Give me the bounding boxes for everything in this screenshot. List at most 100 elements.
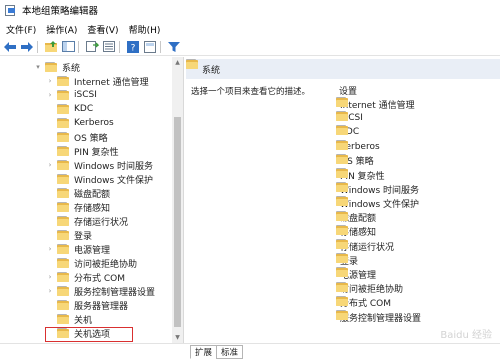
tree-item-label: 分布式 COM <box>74 273 125 284</box>
list-item[interactable]: 磁盘配额 <box>336 210 376 225</box>
folder-icon <box>57 202 70 212</box>
export-list-icon[interactable] <box>85 40 99 54</box>
tree-item[interactable]: › 服务控制管理器设置 <box>46 284 155 298</box>
tree-item-label: Kerberos <box>74 118 114 128</box>
scroll-down-icon[interactable]: ▼ <box>172 332 183 343</box>
scroll-thumb[interactable] <box>174 117 181 327</box>
tree-item-label: 访问被拒绝协助 <box>74 259 138 270</box>
list-item[interactable]: 访问被拒绝协助 <box>336 281 404 296</box>
column-header-settings[interactable]: 设置 <box>339 84 357 97</box>
chevron-right-icon[interactable]: › <box>46 77 54 85</box>
chevron-right-icon[interactable]: › <box>46 161 54 169</box>
chevron-right-icon[interactable]: › <box>46 245 54 253</box>
scroll-up-icon[interactable]: ▲ <box>172 57 183 68</box>
tree-item[interactable]: 服务器管理器 <box>46 298 128 312</box>
folder-icon <box>57 272 70 282</box>
tree-item-label: 磁盘配额 <box>74 189 111 200</box>
window-title: 本地组策略编辑器 <box>22 6 99 17</box>
list-item[interactable]: 分布式 COM <box>336 295 391 310</box>
tree-item[interactable]: › iSCSI <box>46 88 97 102</box>
tree-root-system[interactable]: ▾ 系统 <box>34 60 80 74</box>
tree-item-label: PIN 复杂性 <box>74 147 119 158</box>
list-item[interactable]: OS 策略 <box>336 153 374 168</box>
list-item[interactable]: Windows 时间服务 <box>336 182 419 196</box>
tree-item[interactable]: 关机 <box>46 312 92 326</box>
folder-icon <box>57 216 70 226</box>
toolbar: ? <box>0 38 500 56</box>
tree-item-label: KDC <box>74 104 94 114</box>
toolbar-separator <box>119 40 120 53</box>
tree-item[interactable]: › Windows 时间服务 <box>46 158 153 172</box>
menu-action[interactable]: 操作(A) <box>41 23 82 36</box>
tab-extended[interactable]: 扩展 <box>190 345 218 359</box>
details-header-title: 系统 <box>202 65 221 76</box>
folder-icon <box>57 118 70 128</box>
folder-icon <box>57 258 70 268</box>
tab-standard[interactable]: 标准 <box>216 345 244 359</box>
tree-item[interactable]: OS 策略 <box>46 130 108 144</box>
title-bar: 本地组策略编辑器 <box>0 0 500 20</box>
folder-icon <box>57 314 70 324</box>
details-header: 系统 <box>186 59 500 79</box>
tree-item-label: 登录 <box>74 231 93 242</box>
highlight-box <box>45 327 133 342</box>
list-item[interactable]: PIN 复杂性 <box>336 168 385 182</box>
tree-item[interactable]: 存储运行状况 <box>46 214 128 228</box>
tree-item[interactable]: KDC <box>46 102 93 116</box>
watermark: Baidu 经验 <box>440 330 492 341</box>
tree-item[interactable]: PIN 复杂性 <box>46 144 119 158</box>
help-icon[interactable]: ? <box>126 40 140 54</box>
gpedit-app-icon <box>5 4 17 16</box>
tree-item[interactable]: 存储感知 <box>46 200 110 214</box>
tree-scrollbar[interactable]: ▲ ▼ <box>172 57 183 343</box>
list-item[interactable]: Internet 通信管理 <box>336 97 415 111</box>
description-text: 选择一个项目来查看它的描述。 <box>191 87 311 97</box>
up-folder-icon[interactable] <box>44 40 58 54</box>
tree-item[interactable]: 磁盘配额 <box>46 186 110 200</box>
properties-sheet-icon[interactable] <box>143 40 157 54</box>
chevron-right-icon[interactable]: › <box>46 287 54 295</box>
folder-icon <box>57 174 70 184</box>
list-item[interactable]: 存储运行状况 <box>336 239 394 253</box>
folder-icon <box>57 132 70 142</box>
list-item-label: Windows 文件保护 <box>340 199 420 210</box>
forward-arrow-icon[interactable] <box>20 40 34 54</box>
list-item[interactable]: 登录 <box>336 253 358 267</box>
list-item[interactable]: KDC <box>336 125 359 139</box>
folder-icon <box>57 188 70 198</box>
filter-icon[interactable] <box>167 40 181 54</box>
back-arrow-icon[interactable] <box>3 40 17 54</box>
folder-icon <box>57 104 70 114</box>
list-item[interactable]: 服务控制管理器设置 <box>336 310 421 324</box>
chevron-right-icon[interactable]: › <box>46 273 54 281</box>
tree-item-label: 服务控制管理器设置 <box>74 287 156 298</box>
tree-item[interactable]: 登录 <box>46 228 92 242</box>
show-hide-tree-icon[interactable] <box>61 40 75 54</box>
folder-icon <box>57 90 70 100</box>
menu-file[interactable]: 文件(F) <box>0 23 41 36</box>
list-item-label: 服务控制管理器设置 <box>340 313 422 324</box>
list-item[interactable]: iSCSI <box>336 111 363 125</box>
folder-icon <box>57 286 70 296</box>
tree-item[interactable]: › 分布式 COM <box>46 270 125 284</box>
tree-item[interactable]: › 电源管理 <box>46 242 110 256</box>
list-item-label: 访问被拒绝协助 <box>340 285 404 296</box>
tree-item[interactable]: Kerberos <box>46 116 114 130</box>
tree-item[interactable]: › Internet 通信管理 <box>46 74 149 88</box>
tree-item-label: 关机 <box>74 315 93 326</box>
list-item[interactable]: Windows 文件保护 <box>336 196 419 210</box>
menu-view[interactable]: 查看(V) <box>82 23 123 36</box>
list-item[interactable]: Kerberos <box>336 139 380 154</box>
tree-item-label: Internet 通信管理 <box>74 77 149 88</box>
tree-item-label: iSCSI <box>74 90 97 100</box>
menu-help[interactable]: 帮助(H) <box>124 23 166 36</box>
list-item[interactable]: 电源管理 <box>336 267 376 281</box>
tree-item[interactable]: 访问被拒绝协助 <box>46 256 137 270</box>
list-item-label: Windows 时间服务 <box>340 185 420 196</box>
tree-item[interactable]: Windows 文件保护 <box>46 172 153 186</box>
list-item[interactable]: 存储感知 <box>336 224 376 239</box>
chevron-right-icon[interactable]: › <box>46 91 54 99</box>
properties-icon[interactable] <box>102 40 116 54</box>
chevron-down-icon[interactable]: ▾ <box>34 63 42 71</box>
list-item-label: Internet 通信管理 <box>340 100 415 111</box>
